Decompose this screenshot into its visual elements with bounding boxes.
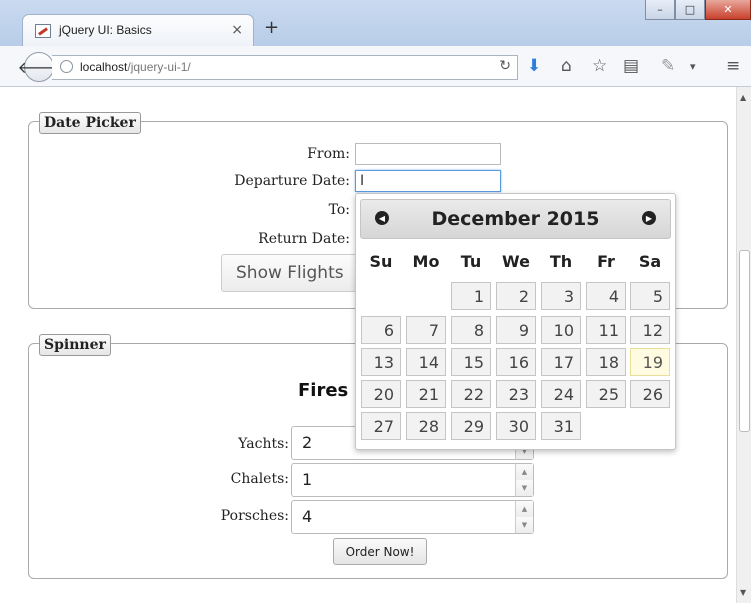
spinner-legend: Spinner <box>39 334 111 356</box>
calendar-day[interactable]: 19 <box>630 348 670 376</box>
calendar-day[interactable]: 8 <box>451 316 491 344</box>
calendar-day[interactable]: 12 <box>630 316 670 344</box>
datepicker-popup: ◀ December 2015 ▶ Su Mo Tu We Th Fr Sa 1 2 3 4 5 6 7 8… <box>355 193 676 450</box>
extension-icon[interactable]: ✎ <box>661 58 675 75</box>
porsches-spinner[interactable]: 4 ▲ ▼ <box>291 500 534 534</box>
calendar-day[interactable]: 2 <box>496 282 536 310</box>
date-picker-legend: Date Picker <box>39 112 141 134</box>
url-bar[interactable]: localhost/jquery-ui-1/ ↻ <box>52 55 518 80</box>
close-window-button[interactable]: ✕ <box>705 0 751 20</box>
reading-list-icon[interactable]: ▤ <box>623 58 639 75</box>
chalets-spinner[interactable]: 1 ▲ ▼ <box>291 463 534 497</box>
minimize-button[interactable]: – <box>645 0 675 20</box>
browser-tab[interactable]: jQuery UI: Basics × <box>22 14 254 47</box>
scroll-thumb[interactable] <box>739 250 750 432</box>
scroll-up-icon[interactable]: ▲ <box>740 93 746 102</box>
vertical-scrollbar[interactable]: ▲ ▼ <box>736 87 751 603</box>
calendar-day[interactable]: 3 <box>541 282 581 310</box>
calendar-day[interactable]: 29 <box>451 412 491 440</box>
reload-icon[interactable]: ↻ <box>499 58 511 74</box>
browser-titlebar: jQuery UI: Basics × + – □ ✕ <box>0 0 751 47</box>
next-month-icon[interactable]: ▶ <box>642 211 656 225</box>
departure-date-label: Departure Date: <box>234 173 350 189</box>
tab-title: jQuery UI: Basics <box>59 23 152 37</box>
calendar-day[interactable]: 22 <box>451 380 491 408</box>
datepicker-title: December 2015 <box>431 208 600 230</box>
navigation-toolbar: 🡐 localhost/jquery-ui-1/ ↻ ⬇ ⌂ ☆ ▤ ✎ ▾ ≡ <box>0 46 751 87</box>
weekday-header: Su <box>369 252 393 271</box>
window-controls: – □ ✕ <box>645 0 751 20</box>
calendar-day[interactable]: 15 <box>451 348 491 376</box>
calendar-day[interactable]: 6 <box>361 316 401 344</box>
calendar-day[interactable]: 10 <box>541 316 581 344</box>
weekday-header: Tu <box>460 252 482 271</box>
download-icon[interactable]: ⬇ <box>527 58 541 75</box>
calendar-day[interactable]: 23 <box>496 380 536 408</box>
page-content: Date Picker From: Departure Date: I To: … <box>0 87 751 603</box>
calendar-day[interactable]: 26 <box>630 380 670 408</box>
new-tab-icon[interactable]: + <box>264 19 279 37</box>
yachts-label: Yachts: <box>238 436 289 452</box>
chalets-decrement-icon[interactable]: ▼ <box>515 480 533 496</box>
calendar-day[interactable]: 17 <box>541 348 581 376</box>
calendar-day[interactable]: 27 <box>361 412 401 440</box>
favicon-icon <box>35 24 51 38</box>
datepicker-header: ◀ December 2015 ▶ <box>360 199 671 239</box>
tab-close-icon[interactable]: × <box>231 22 243 38</box>
calendar-day[interactable]: 18 <box>586 348 626 376</box>
calendar-day[interactable]: 25 <box>586 380 626 408</box>
calendar-day[interactable]: 16 <box>496 348 536 376</box>
menu-dropdown-icon[interactable]: ▾ <box>690 58 696 75</box>
calendar-day[interactable]: 28 <box>406 412 446 440</box>
show-flights-button[interactable]: Show Flights <box>221 254 361 292</box>
maximize-button[interactable]: □ <box>675 0 705 20</box>
chalets-value: 1 <box>302 470 313 489</box>
calendar-day[interactable]: 24 <box>541 380 581 408</box>
hamburger-menu-icon[interactable]: ≡ <box>726 58 740 75</box>
order-now-button[interactable]: Order Now! <box>333 538 427 565</box>
back-button[interactable]: 🡐 <box>18 52 60 82</box>
porsches-label: Porsches: <box>220 508 289 524</box>
calendar-day[interactable]: 1 <box>451 282 491 310</box>
to-label: To: <box>328 202 350 218</box>
bookmark-star-icon[interactable]: ☆ <box>592 58 607 75</box>
calendar-day[interactable]: 30 <box>496 412 536 440</box>
calendar-day[interactable]: 7 <box>406 316 446 344</box>
calendar-day[interactable]: 31 <box>541 412 581 440</box>
chalets-increment-icon[interactable]: ▲ <box>515 464 533 481</box>
weekday-header: Mo <box>412 252 440 271</box>
calendar-day[interactable]: 21 <box>406 380 446 408</box>
text-cursor-icon: I <box>360 173 365 189</box>
scroll-down-icon[interactable]: ▼ <box>740 588 746 597</box>
from-input[interactable] <box>355 143 501 165</box>
calendar-day[interactable]: 5 <box>630 282 670 310</box>
chalets-label: Chalets: <box>230 471 289 487</box>
calendar-day[interactable]: 20 <box>361 380 401 408</box>
porsches-decrement-icon[interactable]: ▼ <box>515 517 533 533</box>
calendar-day[interactable]: 11 <box>586 316 626 344</box>
porsches-increment-icon[interactable]: ▲ <box>515 501 533 518</box>
home-icon[interactable]: ⌂ <box>561 58 572 75</box>
calendar-day[interactable]: 14 <box>406 348 446 376</box>
weekday-header: Th <box>549 252 573 271</box>
yachts-value: 2 <box>302 433 313 452</box>
calendar-day[interactable]: 4 <box>586 282 626 310</box>
from-label: From: <box>307 146 350 162</box>
globe-icon <box>60 60 73 73</box>
weekday-header: Fr <box>597 252 615 271</box>
porsches-value: 4 <box>302 507 313 526</box>
calendar-day[interactable]: 13 <box>361 348 401 376</box>
return-date-label: Return Date: <box>258 231 350 247</box>
weekday-header: We <box>502 252 530 271</box>
calendar-day[interactable]: 9 <box>496 316 536 344</box>
weekday-header: Sa <box>638 252 662 271</box>
departure-date-input[interactable]: I <box>355 170 501 192</box>
url-text: localhost/jquery-ui-1/ <box>80 60 191 74</box>
spinner-heading: Fires <box>298 380 349 401</box>
